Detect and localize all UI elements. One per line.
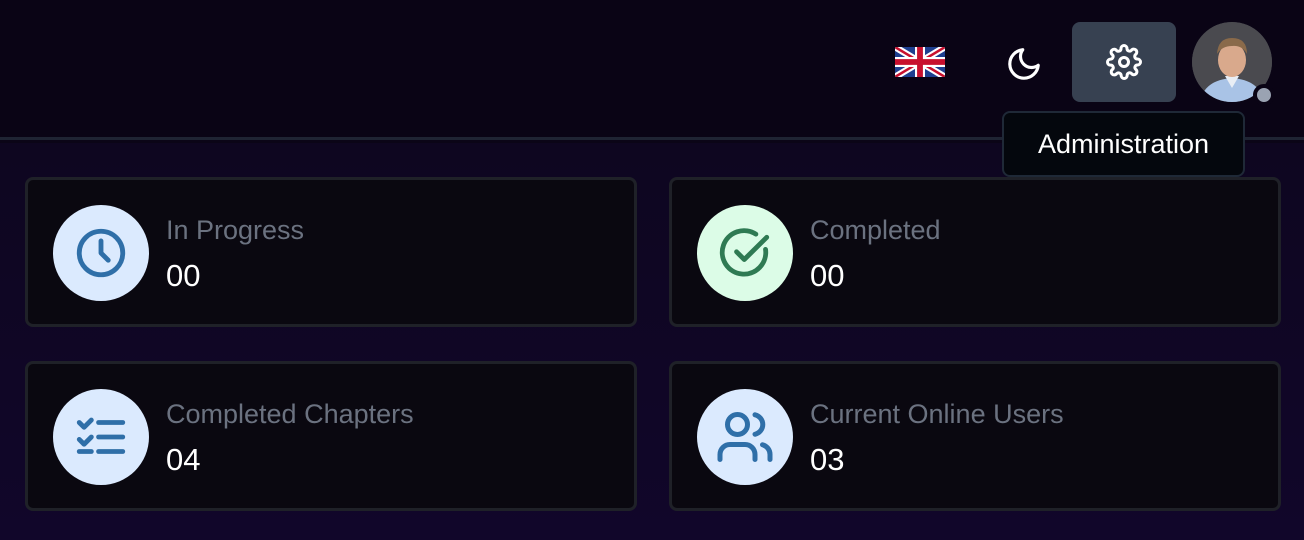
- language-switch-button[interactable]: [895, 44, 945, 80]
- stat-value: 03: [810, 442, 845, 477]
- uk-flag-icon: [895, 47, 945, 77]
- stat-value: 00: [810, 258, 845, 293]
- stat-card-online-users: Current Online Users 03: [669, 361, 1281, 511]
- clock-icon: [76, 228, 126, 278]
- administration-tooltip: Administration: [1002, 111, 1245, 177]
- checklist-icon: [76, 417, 126, 454]
- gear-icon: [1106, 44, 1142, 80]
- stat-value: 00: [166, 258, 201, 293]
- stat-icon-circle: [53, 389, 149, 485]
- stat-label: Current Online Users: [810, 399, 1064, 429]
- stat-card-in-progress: In Progress 00: [25, 177, 637, 327]
- stat-label: Completed Chapters: [166, 399, 414, 429]
- stat-icon-circle: [53, 205, 149, 301]
- stat-label: In Progress: [166, 215, 305, 245]
- stat-icon-circle: [697, 389, 793, 485]
- stat-value: 04: [166, 442, 201, 477]
- stat-icon-circle: [697, 205, 793, 301]
- moon-icon: [1008, 48, 1040, 80]
- online-status-indicator: [1253, 84, 1275, 106]
- stat-card-completed: Completed 00: [669, 177, 1281, 327]
- stat-label: Completed: [810, 215, 941, 245]
- theme-toggle-button[interactable]: [1000, 40, 1048, 88]
- check-circle-icon: [719, 228, 770, 277]
- stat-card-completed-chapters: Completed Chapters 04: [25, 361, 637, 511]
- administration-button[interactable]: [1072, 22, 1176, 102]
- users-icon: [717, 412, 773, 462]
